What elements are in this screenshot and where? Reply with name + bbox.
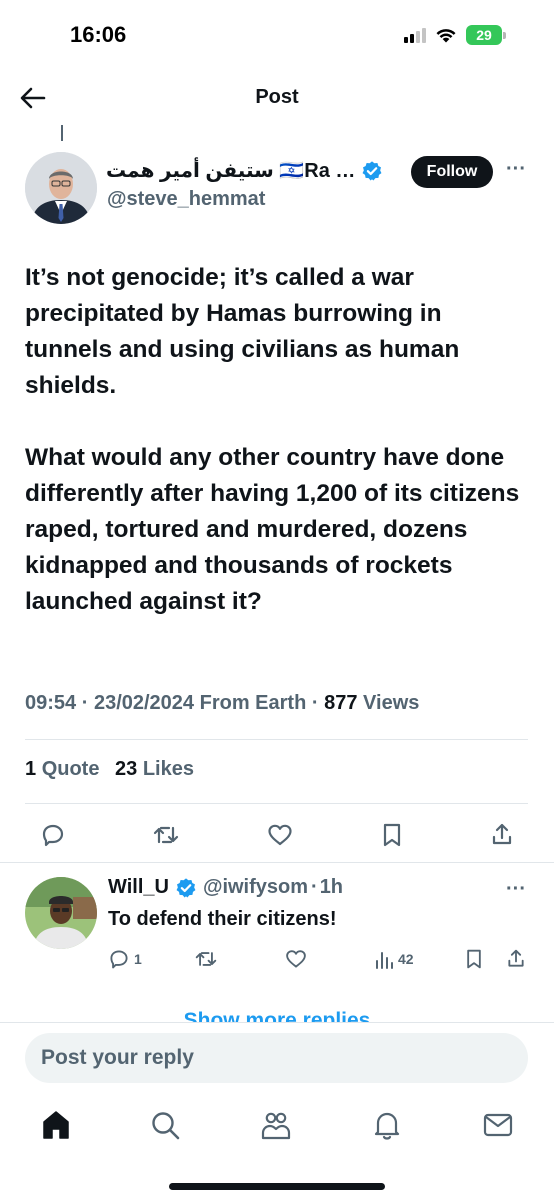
post-source: From Earth xyxy=(199,692,307,714)
reply-header: Will_U @iwifysom · 1h xyxy=(108,876,343,899)
reply-button[interactable] xyxy=(40,822,66,848)
post-paragraph: What would any other country have done d… xyxy=(25,444,520,615)
reply-share-button[interactable] xyxy=(506,948,526,970)
quotes-count: 1 xyxy=(25,758,37,780)
reply-views-button[interactable]: 42 xyxy=(374,948,414,970)
verified-badge-icon xyxy=(362,160,382,180)
reply-repost-button[interactable] xyxy=(194,948,218,970)
reply-author-handle[interactable]: @iwifysom xyxy=(203,876,308,899)
likes-label: Likes xyxy=(142,758,194,780)
status-icons: 29 xyxy=(404,25,506,45)
reply-text: To defend their citizens! xyxy=(108,908,337,930)
meta-separator: · xyxy=(311,876,318,898)
repost-button[interactable] xyxy=(152,822,180,848)
home-icon xyxy=(43,1111,69,1139)
like-button[interactable] xyxy=(266,822,294,848)
quotes-stat[interactable]: 1 Quote xyxy=(25,758,99,780)
post-meta: 09:54 · 23/02/2024 From Earth · 877 View… xyxy=(25,692,529,715)
tab-home[interactable] xyxy=(39,1108,73,1142)
repost-icon xyxy=(153,826,179,844)
reply-reply-button[interactable]: 1 xyxy=(108,948,142,970)
top-header: Post xyxy=(0,75,554,120)
follow-button[interactable]: Follow xyxy=(411,156,493,188)
home-indicator xyxy=(169,1183,385,1190)
share-button[interactable] xyxy=(490,822,514,848)
bookmark-icon xyxy=(467,949,481,969)
bookmark-icon xyxy=(383,823,401,847)
likes-stat[interactable]: 23 Likes xyxy=(115,758,194,780)
heart-icon xyxy=(268,824,292,846)
repost-icon xyxy=(195,952,217,966)
reply-avatar[interactable] xyxy=(25,877,97,949)
thread-connector-line xyxy=(61,125,63,141)
reply-icon xyxy=(42,824,64,847)
more-options-icon[interactable]: ··· xyxy=(506,158,526,181)
reply-icon xyxy=(110,950,128,969)
mail-icon xyxy=(483,1113,513,1137)
divider xyxy=(25,803,528,804)
author-handle[interactable]: @steve_hemmat xyxy=(107,188,265,211)
reply-like-button[interactable] xyxy=(284,948,308,970)
reply-time: 1h xyxy=(319,876,344,898)
author-name[interactable]: ستيفن أمير همت 🇮🇱Ra … xyxy=(106,158,355,183)
verified-badge-icon xyxy=(176,877,196,897)
cellular-signal-icon xyxy=(404,27,426,43)
post-stats: 1 Quote 23 Likes xyxy=(25,758,204,781)
likes-count: 23 xyxy=(115,758,138,780)
tab-communities[interactable] xyxy=(259,1108,293,1142)
post-date: 23/02/2024 xyxy=(93,692,195,714)
author-avatar-image xyxy=(25,152,97,224)
reply-actions: 1 42 xyxy=(108,948,528,972)
page-title: Post xyxy=(255,86,299,108)
post-actions xyxy=(40,818,514,852)
reply-author-name[interactable]: Will_U xyxy=(108,876,169,899)
tab-search[interactable] xyxy=(148,1108,182,1142)
share-icon xyxy=(508,949,524,967)
quotes-label: Quote xyxy=(41,758,100,780)
post-time: 09:54 xyxy=(25,692,77,714)
meta-separator: · xyxy=(81,692,89,714)
views-count: 877 xyxy=(324,692,358,714)
reply-input[interactable] xyxy=(25,1033,528,1083)
views-label: Views xyxy=(363,692,420,714)
tab-messages[interactable] xyxy=(481,1108,515,1142)
divider xyxy=(25,739,528,740)
author-avatar[interactable] xyxy=(25,152,97,224)
post-body: It’s not genocide; it’s called a war pre… xyxy=(25,260,525,656)
tab-notifications[interactable] xyxy=(370,1108,404,1142)
bookmark-button[interactable] xyxy=(380,822,404,848)
post-paragraph: It’s not genocide; it’s called a war pre… xyxy=(25,264,460,399)
search-icon xyxy=(152,1112,180,1140)
reply-composer-bar xyxy=(0,1022,554,1094)
reply-avatar-image xyxy=(25,877,97,949)
share-icon xyxy=(492,823,512,845)
bottom-tab-bar xyxy=(0,1100,554,1150)
bell-icon xyxy=(374,1112,400,1140)
battery-icon: 29 xyxy=(466,25,506,45)
communities-icon xyxy=(261,1112,291,1140)
battery-level: 29 xyxy=(466,25,502,45)
reply-bookmark-button[interactable] xyxy=(464,948,484,970)
reply-views-count: 42 xyxy=(398,951,414,967)
heart-icon xyxy=(286,950,306,968)
show-more-replies-link[interactable]: Show more replies xyxy=(0,1008,554,1022)
wifi-icon xyxy=(436,29,456,43)
author-name-row[interactable]: ستيفن أمير همت 🇮🇱Ra … xyxy=(106,158,406,183)
meta-separator: · xyxy=(311,692,319,714)
status-time: 16:06 xyxy=(70,22,127,47)
status-bar: 16:06 29 xyxy=(0,0,554,75)
reply-more-options-icon[interactable]: ··· xyxy=(506,878,526,901)
analytics-icon xyxy=(376,952,393,969)
divider xyxy=(0,862,554,863)
reply-count: 1 xyxy=(134,951,142,967)
